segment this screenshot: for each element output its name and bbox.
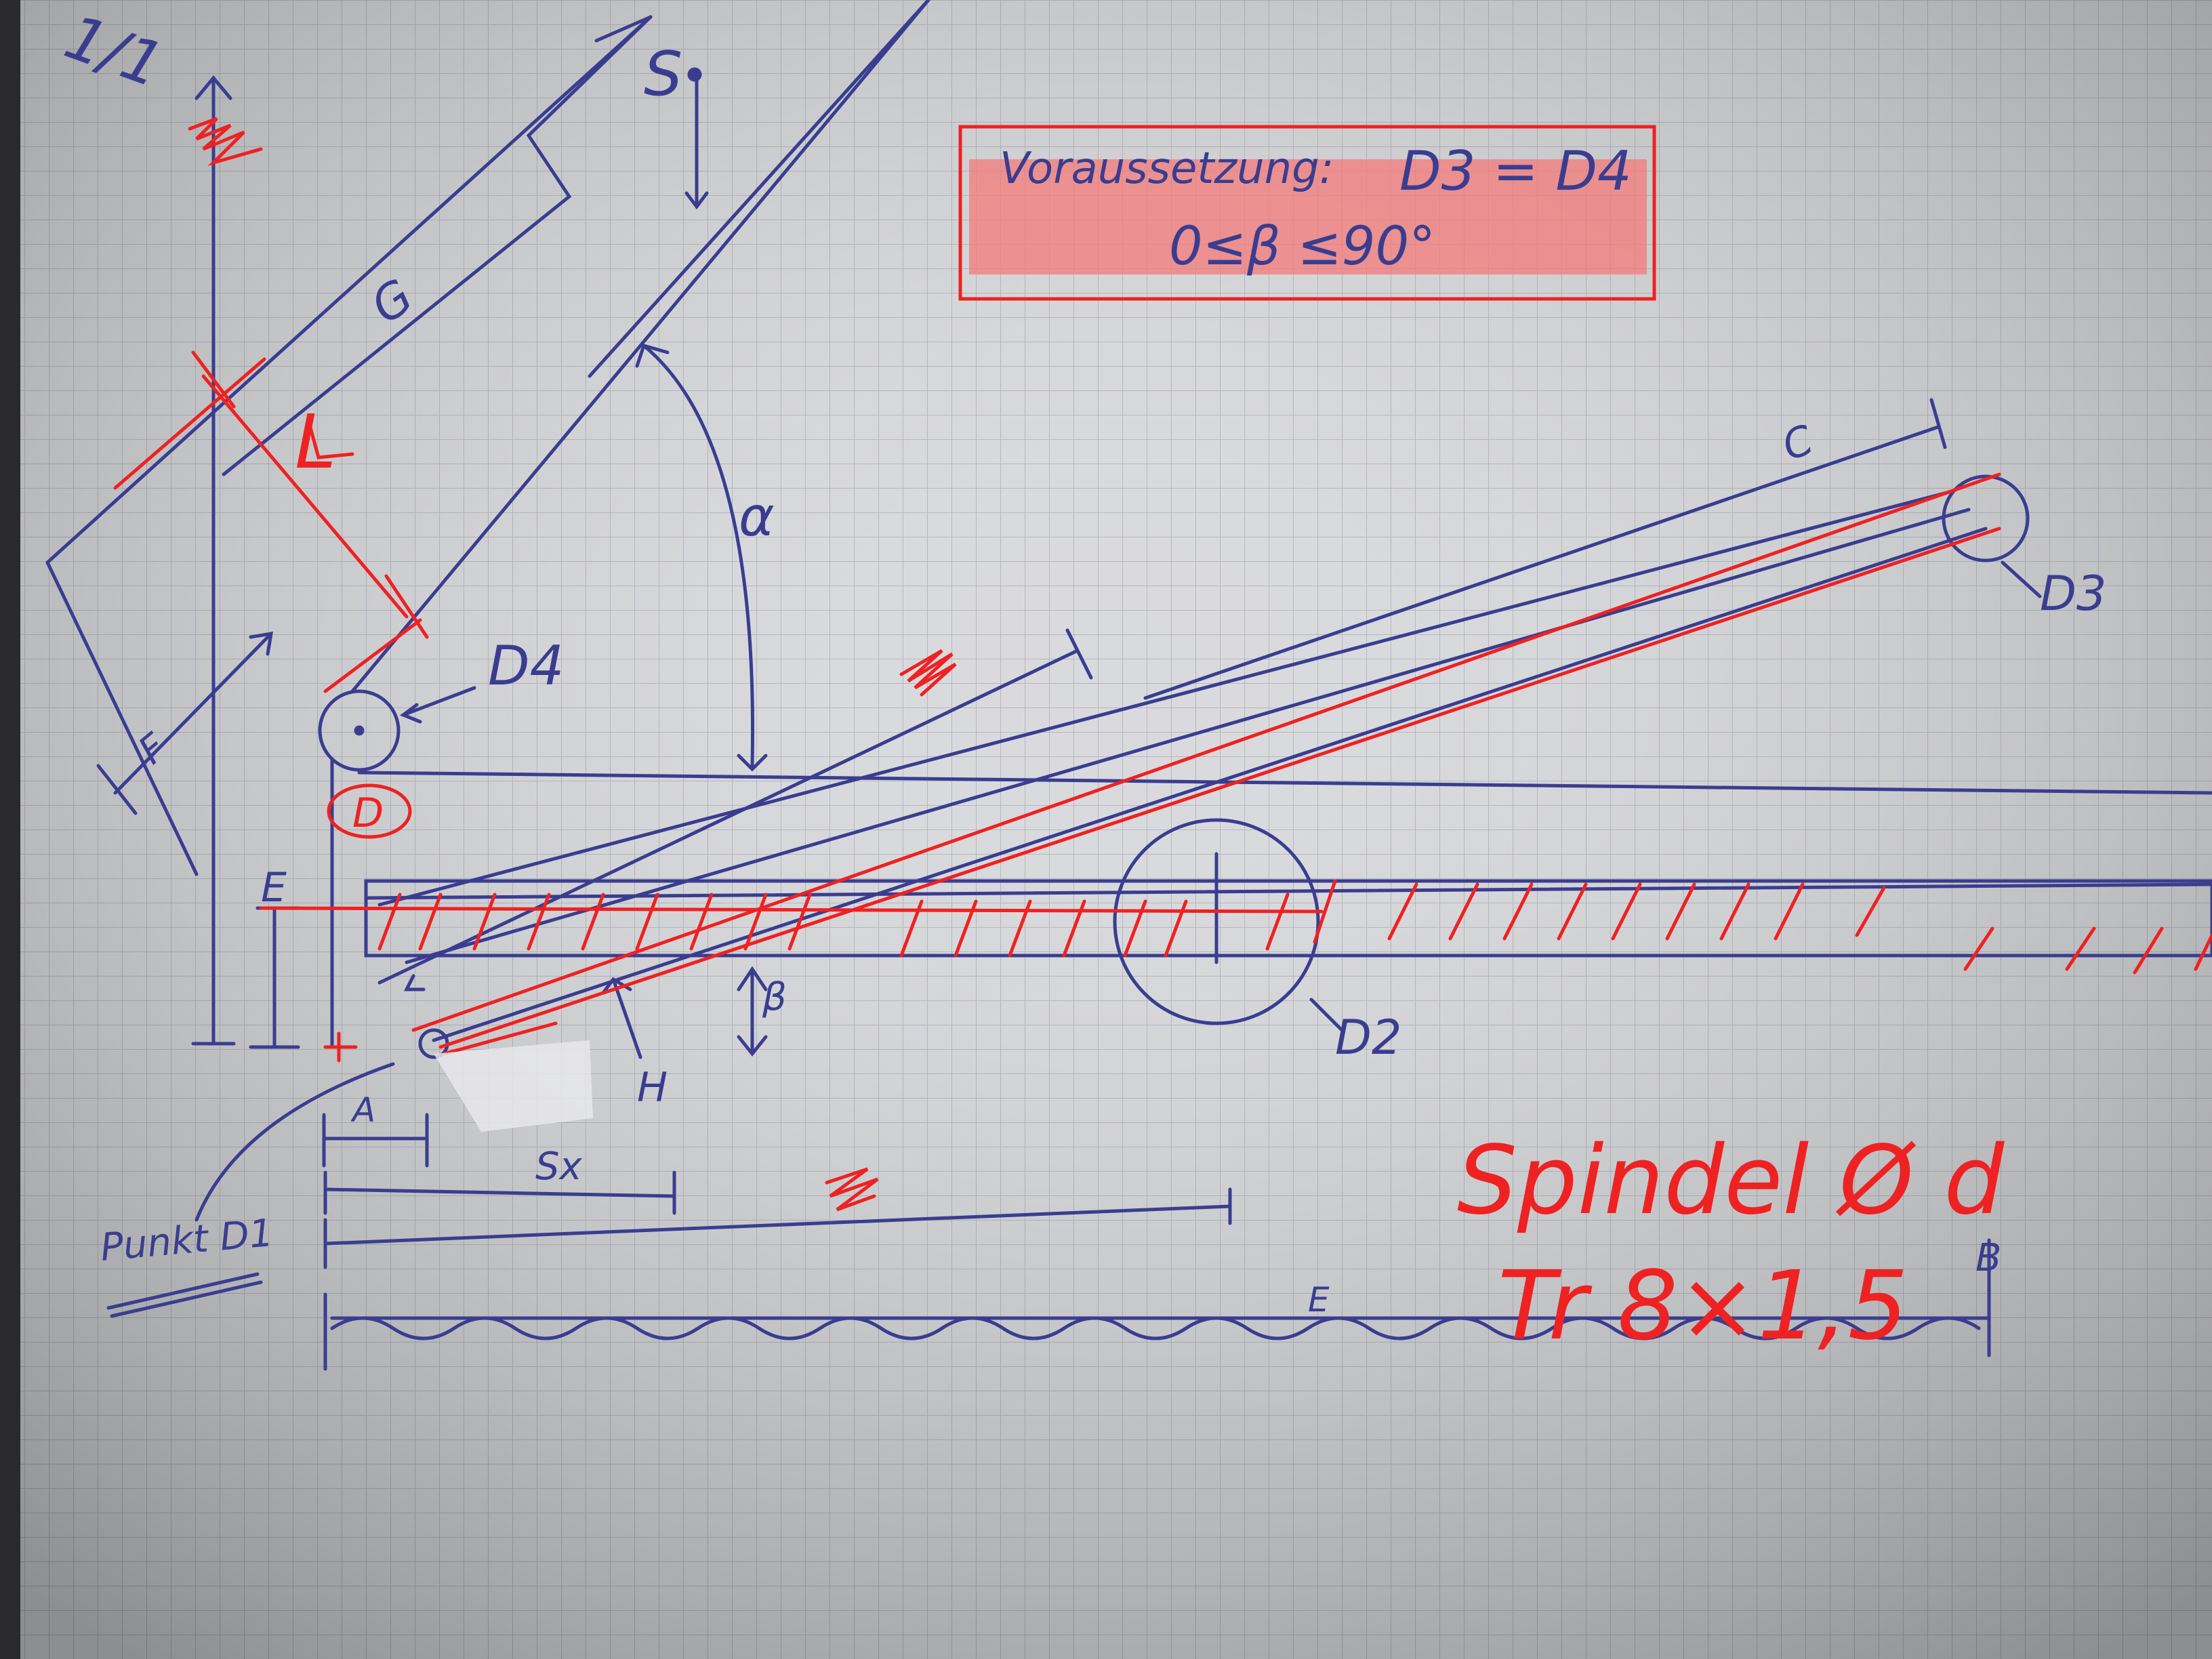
label-b: B bbox=[1975, 1236, 2001, 1280]
label-a: A bbox=[350, 1090, 375, 1130]
label-alpha: α bbox=[739, 485, 775, 548]
sketch-sheet: Voraussetzung: D3 = D4 0≤β ≤90° 1/1 S G … bbox=[20, 0, 2212, 1659]
label-l: L bbox=[295, 398, 336, 485]
spindle-note-line1: Spindel Ø d bbox=[1457, 1126, 2005, 1236]
s-point bbox=[687, 67, 702, 82]
label-d4: D4 bbox=[488, 634, 565, 697]
label-beta: β bbox=[762, 975, 787, 1019]
spindle-note-line2: Tr 8×1,5 bbox=[1498, 1251, 1908, 1361]
label-sx: Sx bbox=[535, 1145, 583, 1189]
label-e-top: E bbox=[261, 864, 287, 912]
label-d2: D2 bbox=[1335, 1010, 1401, 1065]
condition-beta-range: 0≤β ≤90° bbox=[1169, 216, 1435, 277]
label-d: D bbox=[352, 790, 384, 837]
label-s: S bbox=[644, 39, 682, 110]
condition-formula: D3 = D4 bbox=[1399, 140, 1632, 203]
label-h: H bbox=[637, 1064, 668, 1111]
label-d3: D3 bbox=[2040, 566, 2106, 621]
label-e-bottom: E bbox=[1308, 1280, 1330, 1319]
condition-label: Voraussetzung: bbox=[1000, 144, 1334, 194]
condition-box: Voraussetzung: D3 = D4 0≤β ≤90° bbox=[958, 125, 1656, 301]
d4-center bbox=[354, 725, 365, 736]
